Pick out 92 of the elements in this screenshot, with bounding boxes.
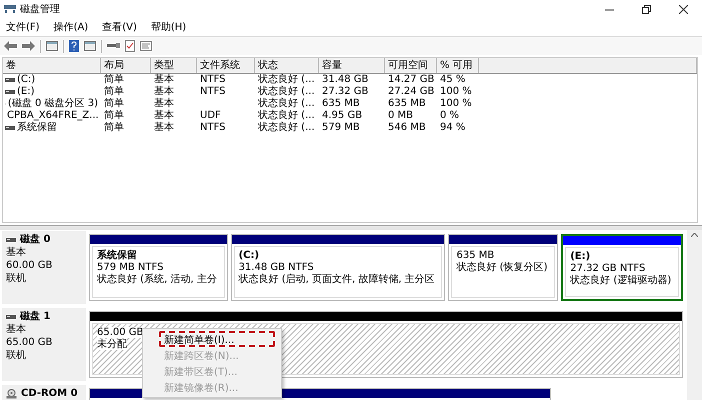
table-cell: (C:): [17, 74, 36, 86]
partition-block[interactable]: (C:) 31.48 GB NTFS 状态良好 (启动, 页面文件, 故障转储, 主分区: [230, 234, 446, 301]
partition-block[interactable]: 635 MB 状态良好 (恢复分区): [448, 234, 558, 301]
table-cell: 100 %: [440, 86, 472, 97]
menu-item[interactable]: 帮助(H): [150, 20, 186, 34]
partition-block[interactable]: 系统保留 579 MB NTFS 状态良好 (系统, 活动, 主分: [89, 234, 228, 301]
table-cell: NTFS: [200, 122, 226, 133]
table-cell: 系统保留: [17, 122, 57, 134]
context-menu-item[interactable]: 新建简单卷(I)...: [159, 331, 275, 347]
table-cell: 0 %: [440, 110, 460, 121]
column-header[interactable]: 文件系统: [197, 58, 255, 73]
table-cell: 31.48 GB: [322, 74, 368, 85]
restore-icon[interactable]: [642, 4, 651, 14]
partition-title: (C:): [238, 250, 260, 261]
optical-drive-icon: [6, 389, 17, 399]
partition-info: 未分配: [97, 339, 127, 350]
table-cell: 579 MB: [322, 122, 360, 133]
table-cell: 状态良好 (...: [258, 110, 315, 121]
table-cell: NTFS: [200, 86, 226, 97]
help-icon[interactable]: [69, 40, 79, 52]
table-cell: 简单: [104, 110, 124, 121]
menu-item[interactable]: 操作(A): [54, 20, 88, 34]
table-cell: 状态良好 (...: [258, 122, 315, 133]
partition-info: 状态良好 (逻辑驱动器): [570, 275, 672, 286]
disk-size: 60.00 GB: [6, 260, 54, 272]
menu-item[interactable]: 查看(V): [102, 20, 137, 34]
table-cell: 14.27 GB: [388, 74, 434, 85]
table-cell: 基本: [154, 122, 174, 133]
table-cell: 状态良好 (...: [258, 74, 315, 85]
column-header[interactable]: 布局: [101, 58, 151, 73]
table-cell: 546 MB: [388, 122, 426, 133]
disk-status: 联机: [6, 350, 27, 362]
table-cell: 简单: [104, 98, 124, 109]
table-cell: 简单: [104, 74, 124, 85]
disk-name: CD-ROM 0: [21, 388, 78, 400]
table-cell: 45 %: [440, 74, 466, 85]
table-cell: UDF: [200, 110, 221, 121]
partition-info: 状态良好 (启动, 页面文件, 故障转储, 主分区: [238, 274, 435, 285]
table-cell: 基本: [154, 110, 174, 121]
partition-info: 635 MB: [456, 250, 494, 261]
partition-title: 系统保留: [97, 250, 137, 261]
table-cell: 635 MB: [322, 98, 360, 109]
partition-info: 状态良好 (恢复分区): [456, 262, 548, 273]
partition-block[interactable]: (E:) 27.32 GB NTFS 状态良好 (逻辑驱动器): [561, 234, 683, 301]
close-icon[interactable]: [679, 4, 688, 14]
disk-type: 基本: [6, 324, 27, 336]
table-cell: NTFS: [200, 74, 226, 85]
column-header[interactable]: 可用空间: [385, 58, 437, 73]
table-cell: 27.32 GB: [322, 86, 368, 97]
table-cell: 状态良好 (...: [258, 98, 315, 109]
disk-name: 磁盘 1: [20, 311, 50, 323]
column-header[interactable]: 容量: [319, 58, 385, 73]
table-cell-text: CPBA_X64FRE_Z...: [7, 110, 99, 122]
table-cell: 100 %: [440, 98, 472, 109]
window-icon[interactable]: [84, 41, 96, 51]
column-header[interactable]: 卷: [3, 58, 101, 73]
column-header[interactable]: 状态: [255, 58, 319, 73]
table-cell: 状态良好 (...: [258, 86, 315, 97]
partition-title: (E:): [570, 251, 590, 262]
checklist-icon[interactable]: [125, 40, 135, 52]
partition-info: 31.48 GB NTFS: [238, 262, 314, 273]
table-cell: (磁盘 0 磁盘分区 3): [8, 98, 98, 110]
table-cell: 基本: [154, 74, 174, 85]
table-cell: 27.24 GB: [388, 86, 434, 97]
disk-size: 65.00 GB: [6, 337, 54, 349]
column-header[interactable]: 类型: [151, 58, 197, 73]
partition-info: 27.32 GB NTFS: [570, 263, 646, 274]
partition-info: 65.00 GB: [97, 327, 144, 338]
menu-item[interactable]: 文件(F): [6, 20, 40, 34]
table-cell: 基本: [154, 86, 174, 97]
table-cell: 635 MB: [388, 98, 426, 109]
column-header[interactable]: % 可用: [437, 58, 479, 73]
list-icon[interactable]: [140, 41, 152, 51]
table-cell: 简单: [104, 122, 124, 133]
table-cell: (E:): [17, 86, 34, 98]
forward-arrow-icon[interactable]: [22, 41, 35, 51]
table-cell: 4.95 GB: [322, 110, 362, 121]
table-cell: 基本: [154, 98, 174, 109]
scroll-up-icon[interactable]: [691, 233, 698, 237]
window-title: 磁盘管理: [20, 3, 61, 16]
partition-info: 状态良好 (系统, 活动, 主分: [97, 274, 217, 285]
disk-name: 磁盘 0: [20, 234, 50, 246]
disk-type: 基本: [6, 247, 27, 259]
window-icon[interactable]: [46, 41, 58, 51]
table-cell: 94 %: [440, 122, 466, 133]
disk-status: 联机: [6, 273, 27, 285]
back-arrow-icon[interactable]: [4, 41, 17, 51]
app-icon: [4, 4, 16, 14]
partition-info: 579 MB NTFS: [97, 262, 164, 273]
table-cell: 0 MB: [388, 110, 414, 121]
table-cell: 简单: [104, 86, 124, 97]
scrollbar[interactable]: [687, 230, 702, 400]
